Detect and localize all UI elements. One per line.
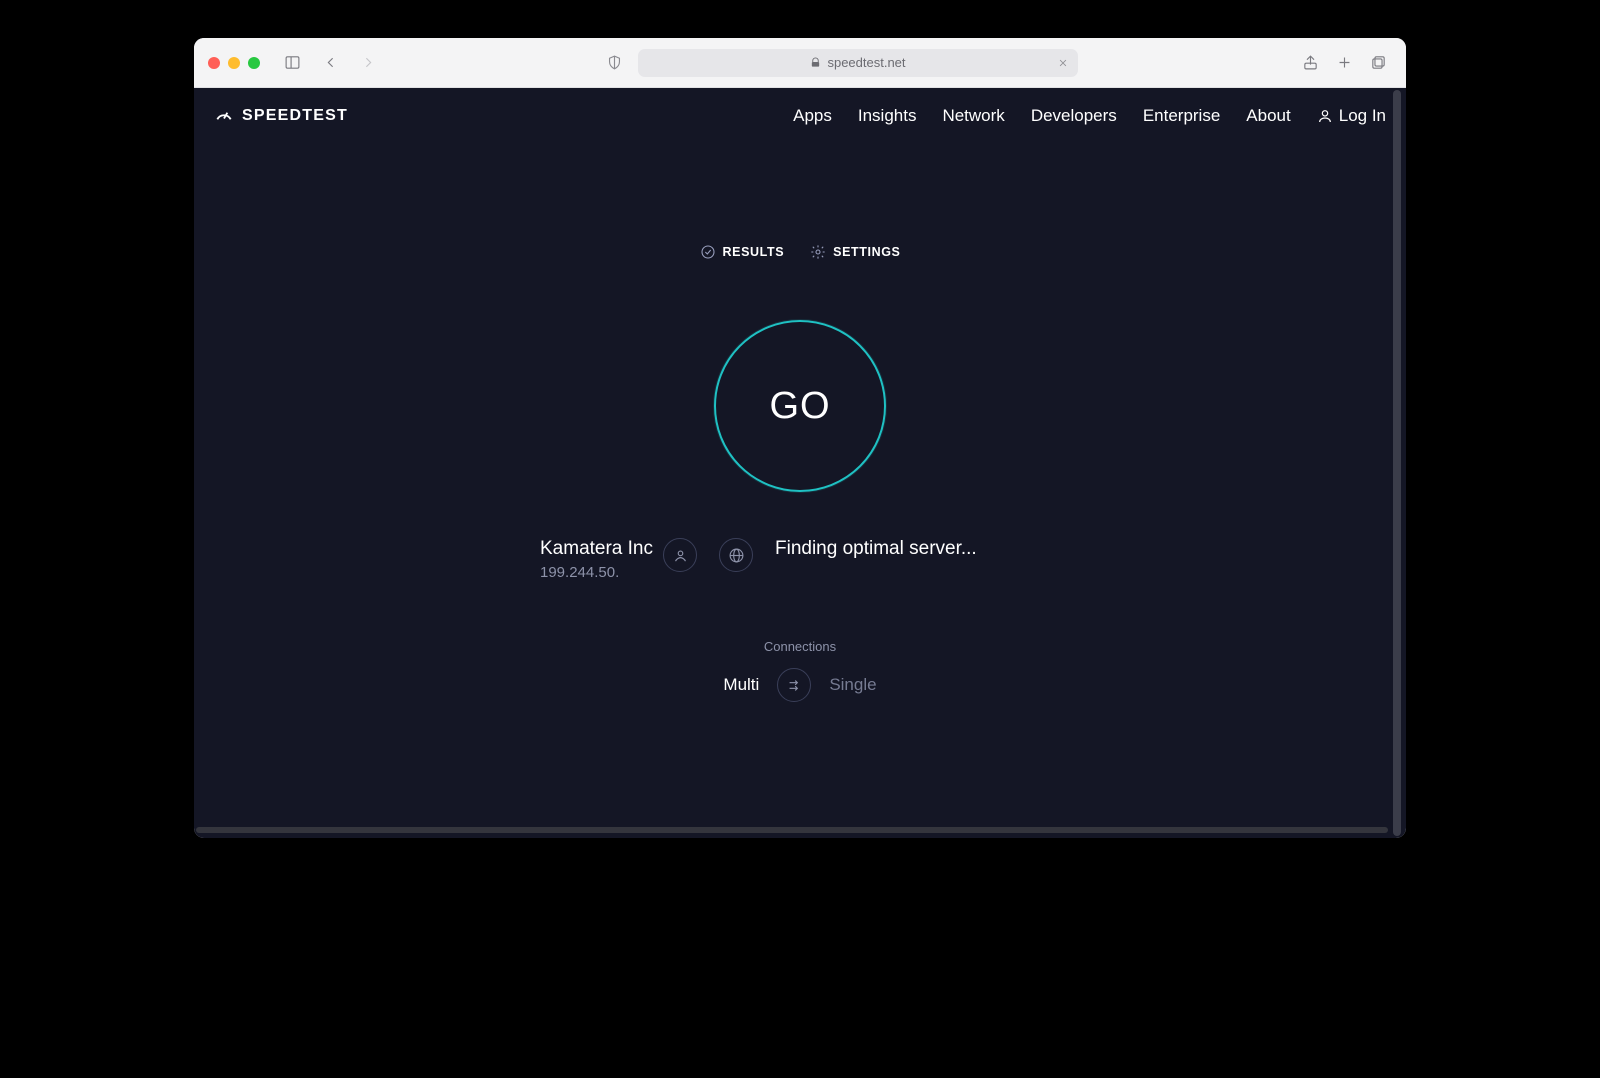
main-nav: Apps Insights Network Developers Enterpr… [793, 106, 1386, 126]
page-content: SPEEDTEST Apps Insights Network Develope… [194, 88, 1406, 838]
globe-icon[interactable] [719, 538, 753, 572]
nav-login[interactable]: Log In [1317, 106, 1386, 126]
nav-insights[interactable]: Insights [858, 106, 917, 126]
sub-tabs: RESULTS SETTINGS [700, 244, 901, 260]
go-label: GO [769, 385, 830, 428]
address-bar[interactable]: speedtest.net [638, 49, 1078, 77]
vertical-scrollbar[interactable] [1390, 90, 1404, 836]
close-window-button[interactable] [208, 57, 220, 69]
back-button[interactable] [316, 49, 344, 77]
new-tab-button[interactable] [1330, 49, 1358, 77]
forward-button[interactable] [354, 49, 382, 77]
user-icon [1317, 108, 1333, 124]
connections-label: Connections [723, 639, 876, 654]
window-controls [208, 57, 260, 69]
fullscreen-window-button[interactable] [248, 57, 260, 69]
isp-block: Kamatera Inc 199.244.50. [540, 538, 697, 581]
site-header: SPEEDTEST Apps Insights Network Develope… [194, 88, 1406, 126]
main-content: RESULTS SETTINGS GO Kamatera Inc 199.244… [194, 244, 1406, 702]
connections-section: Connections Multi Single [723, 639, 876, 702]
login-label: Log In [1339, 106, 1386, 126]
horizontal-scrollbar[interactable] [196, 824, 1388, 836]
server-status: Finding optimal server... [775, 538, 977, 560]
browser-toolbar: speedtest.net [194, 38, 1406, 88]
user-circle-icon [663, 538, 697, 572]
isp-name: Kamatera Inc [540, 538, 653, 560]
go-button[interactable]: GO [714, 320, 886, 492]
tabs-overview-button[interactable] [1364, 49, 1392, 77]
stop-reload-button[interactable] [1054, 54, 1072, 72]
nav-network[interactable]: Network [942, 106, 1004, 126]
connections-single[interactable]: Single [829, 675, 876, 695]
nav-about[interactable]: About [1246, 106, 1290, 126]
nav-developers[interactable]: Developers [1031, 106, 1117, 126]
connections-multi[interactable]: Multi [723, 675, 759, 695]
lock-icon [810, 57, 821, 68]
gear-icon [810, 244, 826, 260]
share-button[interactable] [1296, 49, 1324, 77]
check-circle-icon [700, 244, 716, 260]
tab-settings[interactable]: SETTINGS [810, 244, 900, 260]
nav-apps[interactable]: Apps [793, 106, 832, 126]
shield-privacy-icon[interactable] [600, 49, 628, 77]
address-url: speedtest.net [827, 55, 905, 70]
minimize-window-button[interactable] [228, 57, 240, 69]
tab-results[interactable]: RESULTS [700, 244, 785, 260]
connections-toggle-icon[interactable] [777, 668, 811, 702]
logo-text: SPEEDTEST [242, 107, 348, 125]
tab-results-label: RESULTS [723, 245, 785, 259]
sidebar-toggle-button[interactable] [278, 49, 306, 77]
safari-window: speedtest.net SPEEDTEST [194, 38, 1406, 838]
connection-info: Kamatera Inc 199.244.50. Finding optimal… [540, 538, 1060, 581]
speedtest-logo[interactable]: SPEEDTEST [214, 106, 348, 126]
isp-ip: 199.244.50. [540, 564, 653, 581]
nav-enterprise[interactable]: Enterprise [1143, 106, 1220, 126]
tab-settings-label: SETTINGS [833, 245, 900, 259]
